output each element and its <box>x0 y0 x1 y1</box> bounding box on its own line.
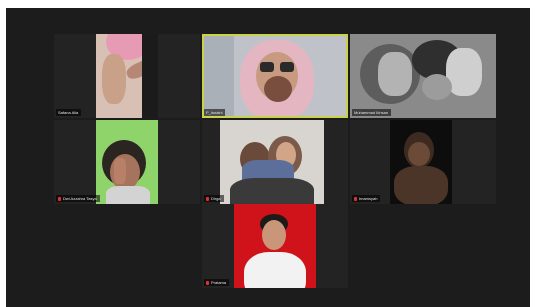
participant-name-tag: P_Isnaini <box>204 109 226 116</box>
participant-tile-5[interactable]: Dirga <box>202 120 348 204</box>
participant-name: P_Isnaini <box>206 110 223 115</box>
participant-tile-3[interactable]: Muhammad Ikhsan <box>350 34 496 118</box>
participant-name-tag: Dirga <box>204 195 224 202</box>
participant-tile-2-active-speaker[interactable]: P_Isnaini <box>202 34 348 118</box>
participant-name-tag: Dwi Azzahra Tasya <box>56 195 100 202</box>
muted-mic-icon <box>354 196 357 201</box>
participant-tile-4[interactable]: Dwi Azzahra Tasya <box>54 120 200 204</box>
participant-video <box>96 120 158 204</box>
participant-video <box>204 36 346 116</box>
participant-tile-1[interactable]: Safana Aila <box>54 34 200 118</box>
muted-mic-icon <box>58 196 61 201</box>
participant-name-tag: Safana Aila <box>56 109 82 116</box>
participant-name-tag: Muhammad Ikhsan <box>352 109 392 116</box>
participant-name: Muhammad Ikhsan <box>354 110 389 115</box>
participant-video <box>350 34 496 118</box>
participant-tile-6[interactable]: Imamsyah <box>350 120 496 204</box>
participant-video <box>234 204 316 288</box>
participant-tile-7[interactable]: Pratama <box>202 204 348 288</box>
muted-mic-icon <box>206 196 209 201</box>
participant-name: Pratama <box>211 280 227 285</box>
participant-name-tag: Pratama <box>204 279 230 286</box>
participant-name: Safana Aila <box>58 110 79 115</box>
participant-name: Dirga <box>211 196 221 201</box>
participant-video <box>220 120 324 204</box>
muted-mic-icon <box>206 280 209 285</box>
participant-name-tag: Imamsyah <box>352 195 381 202</box>
meeting-window: Safana Aila P_Isnaini Muhammad Ikhsan Dw… <box>6 8 530 307</box>
participant-name: Dwi Azzahra Tasya <box>63 196 97 201</box>
participant-video <box>96 34 158 118</box>
participant-video <box>390 120 452 204</box>
participant-name: Imamsyah <box>359 196 378 201</box>
